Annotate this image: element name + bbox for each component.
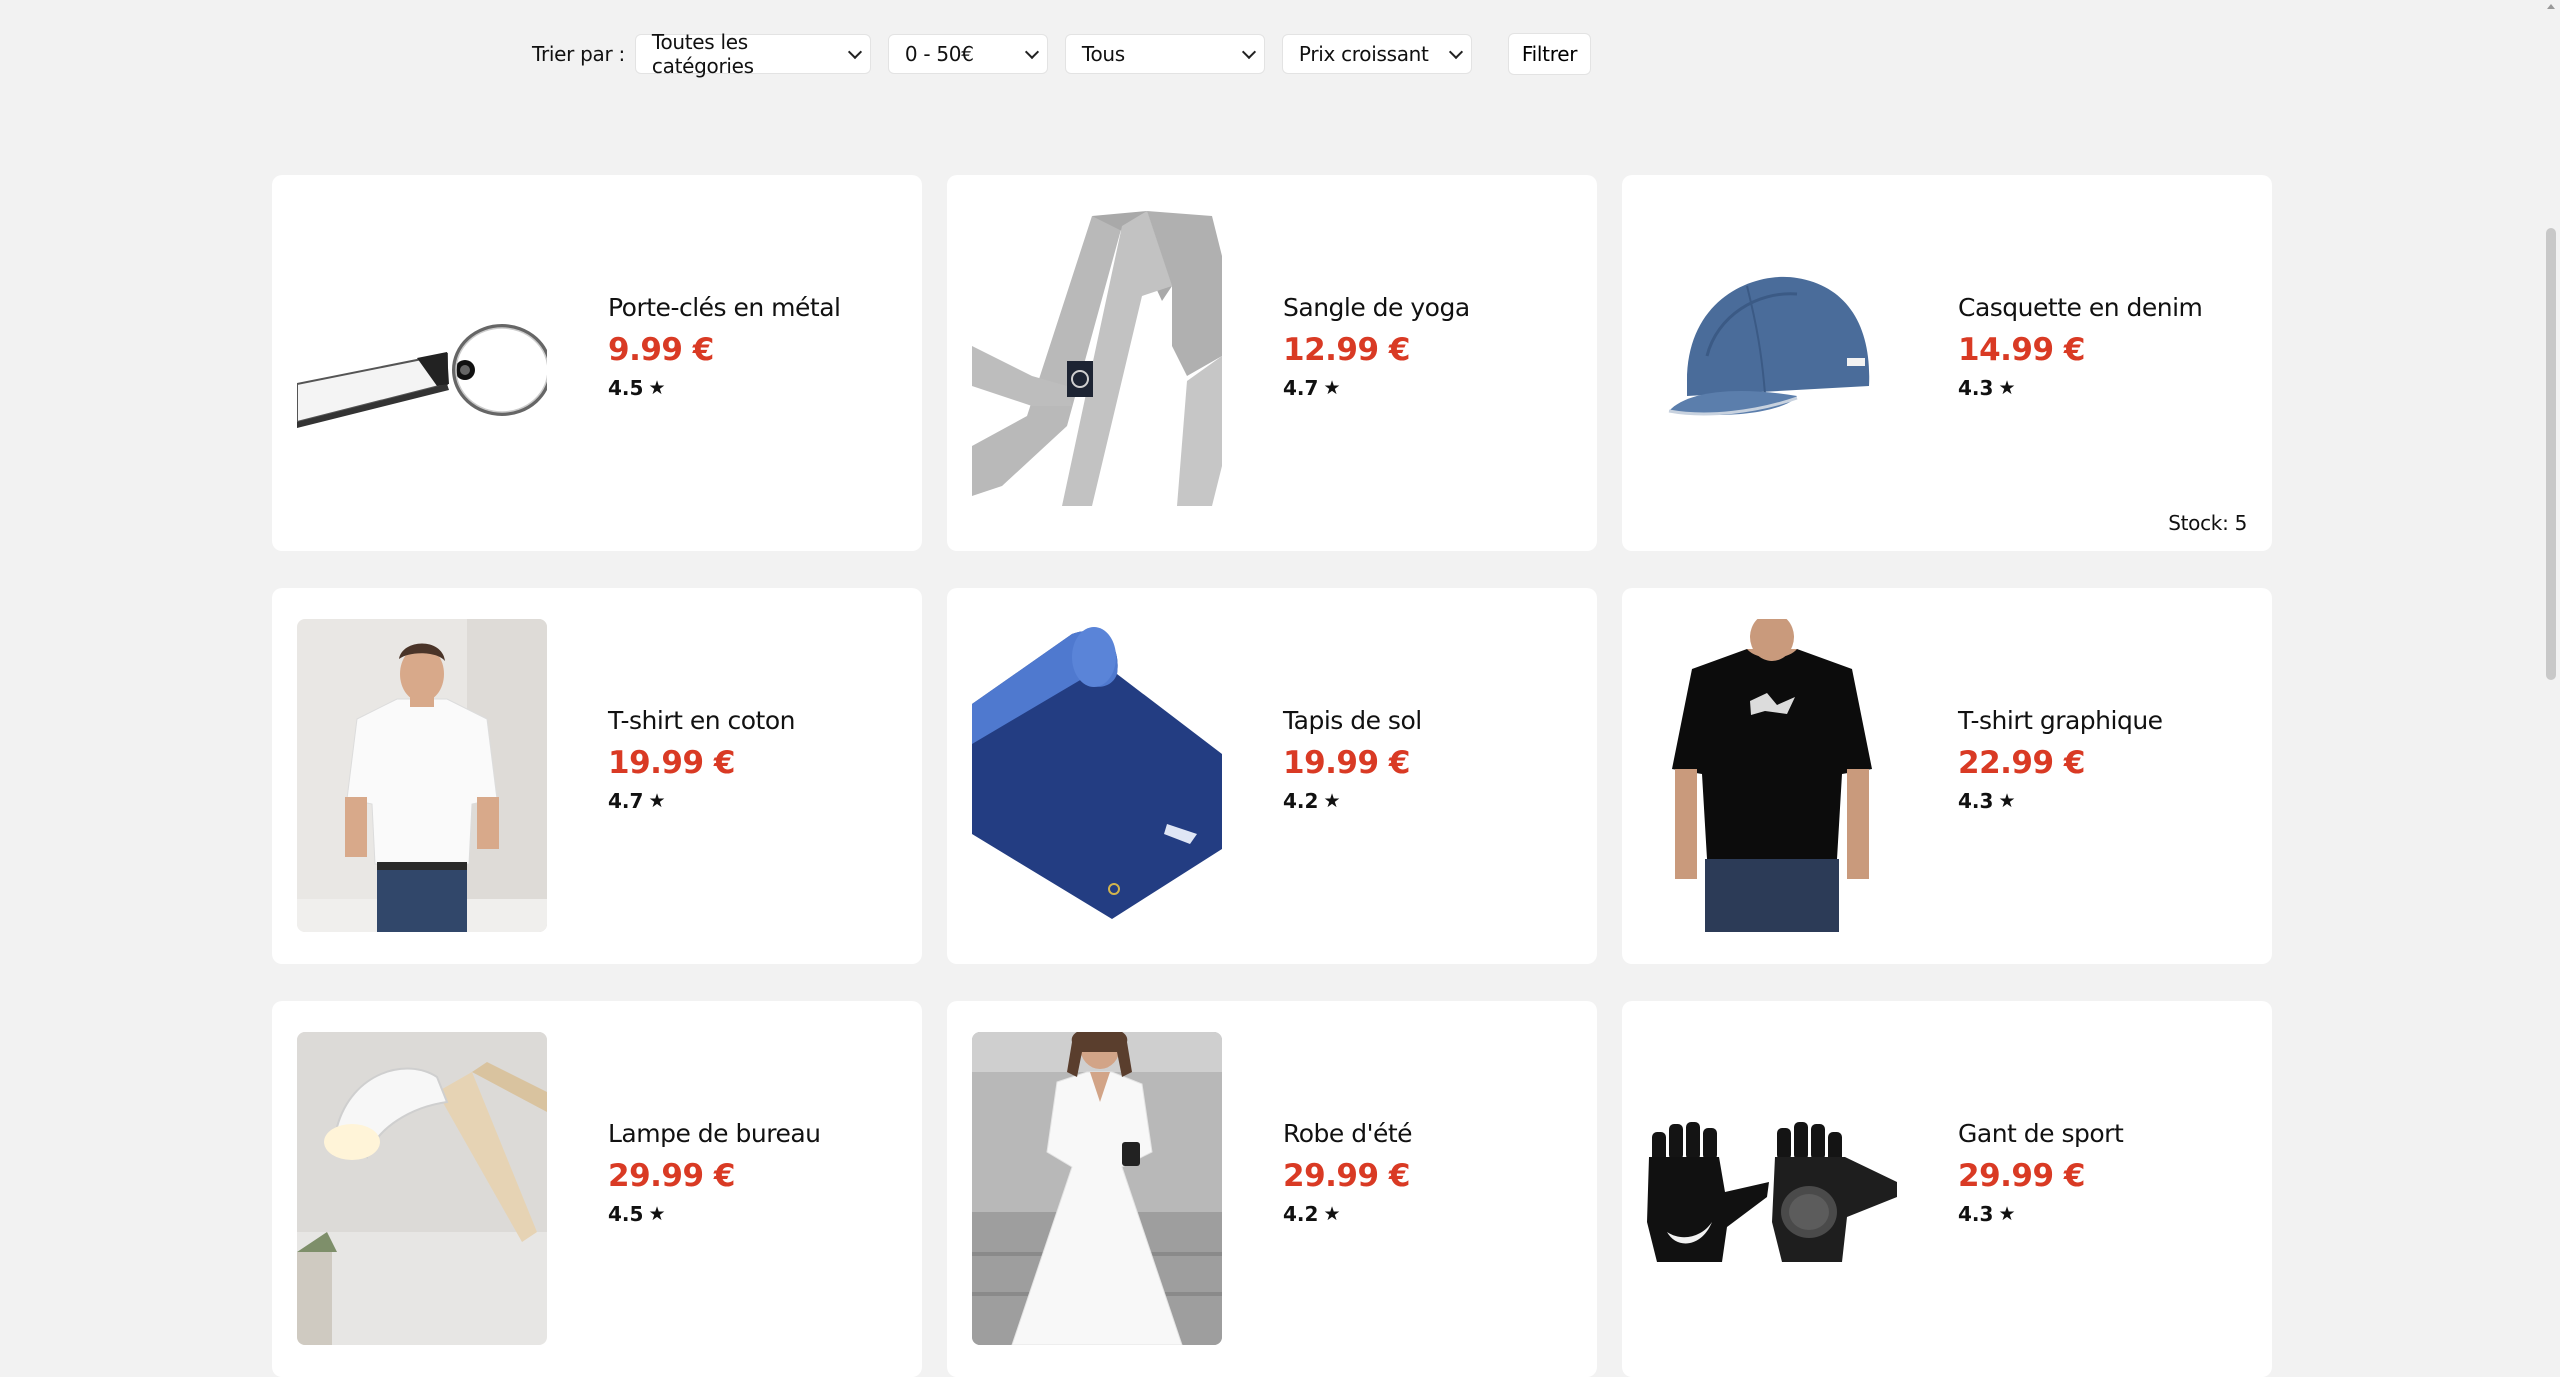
product-name[interactable]: Robe d'été	[1283, 1119, 1413, 1148]
product-rating: 4.7 ★	[608, 789, 795, 813]
floor-mat-image[interactable]	[972, 619, 1222, 932]
product-name[interactable]: T-shirt en coton	[608, 706, 796, 735]
product-rating: 4.7 ★	[1283, 376, 1470, 400]
product-price: 22.99 €	[1958, 745, 2085, 781]
sort-order-select[interactable]: Prix croissant	[1281, 34, 1472, 74]
star-icon: ★	[1998, 790, 2016, 812]
product-info: Porte-clés en métal 9.99 € 4.5 ★	[608, 293, 841, 400]
product-card[interactable]: Porte-clés en métal 9.99 € 4.5 ★	[272, 175, 922, 551]
vertical-scrollbar[interactable]	[2542, 0, 2560, 1271]
product-card[interactable]: Gant de sport 29.99 € 4.3 ★	[1622, 1001, 2272, 1377]
star-icon: ★	[1998, 1203, 2016, 1225]
price-range-select[interactable]: 0 - 50€	[887, 34, 1048, 74]
type-select[interactable]: Tous	[1064, 34, 1265, 74]
product-price: 9.99 €	[608, 332, 714, 368]
product-info: T-shirt en coton 19.99 € 4.7 ★	[608, 706, 796, 813]
filter-bar: Trier par : Toutes les catégories 0 - 50…	[532, 30, 1592, 78]
star-icon: ★	[648, 1203, 666, 1225]
product-card[interactable]: Casquette en denim 14.99 € 4.3 ★ Stock: …	[1622, 175, 2272, 551]
yoga-strap-image[interactable]	[972, 206, 1222, 519]
product-grid: Porte-clés en métal 9.99 € 4.5 ★ Sangle …	[272, 175, 2272, 1377]
price-range-select-value: 0 - 50€	[904, 42, 974, 66]
summer-dress-image[interactable]	[972, 1032, 1222, 1345]
product-price: 29.99 €	[1283, 1158, 1410, 1194]
product-name[interactable]: Casquette en denim	[1958, 293, 2203, 322]
product-card[interactable]: T-shirt graphique 22.99 € 4.3 ★	[1622, 588, 2272, 964]
star-icon: ★	[1323, 377, 1341, 399]
star-icon: ★	[1998, 377, 2016, 399]
rating-value: 4.3	[1958, 789, 1994, 813]
scrollbar-thumb[interactable]	[2546, 228, 2556, 680]
chevron-down-icon	[847, 44, 862, 60]
chevron-down-icon	[1448, 44, 1463, 60]
star-icon: ★	[648, 377, 666, 399]
rating-value: 4.2	[1283, 1202, 1319, 1226]
product-rating: 4.3 ★	[1958, 1202, 2123, 1226]
star-icon: ★	[648, 790, 666, 812]
sort-order-select-value: Prix croissant	[1298, 42, 1429, 66]
product-info: Tapis de sol 19.99 € 4.2 ★	[1283, 706, 1422, 813]
product-card[interactable]: T-shirt en coton 19.99 € 4.7 ★	[272, 588, 922, 964]
product-card[interactable]: Lampe de bureau 29.99 € 4.5 ★	[272, 1001, 922, 1377]
product-card[interactable]: Robe d'été 29.99 € 4.2 ★	[947, 1001, 1597, 1377]
rating-value: 4.7	[608, 789, 644, 813]
category-select-value: Toutes les catégories	[651, 30, 754, 78]
rating-value: 4.3	[1958, 376, 1994, 400]
product-name[interactable]: T-shirt graphique	[1958, 706, 2163, 735]
product-price: 12.99 €	[1283, 332, 1410, 368]
product-name[interactable]: Gant de sport	[1958, 1119, 2124, 1148]
product-price: 29.99 €	[1958, 1158, 2085, 1194]
product-name[interactable]: Lampe de bureau	[608, 1119, 821, 1148]
product-info: Robe d'été 29.99 € 4.2 ★	[1283, 1119, 1413, 1226]
scroll-up-arrow-icon[interactable]	[2547, 4, 2555, 9]
product-rating: 4.3 ★	[1958, 789, 2163, 813]
product-rating: 4.2 ★	[1283, 1202, 1412, 1226]
product-info: T-shirt graphique 22.99 € 4.3 ★	[1958, 706, 2163, 813]
product-card[interactable]: Sangle de yoga 12.99 € 4.7 ★	[947, 175, 1597, 551]
product-info: Lampe de bureau 29.99 € 4.5 ★	[608, 1119, 821, 1226]
product-info: Casquette en denim 14.99 € 4.3 ★	[1958, 293, 2203, 400]
product-name[interactable]: Tapis de sol	[1283, 706, 1422, 735]
rating-value: 4.2	[1283, 789, 1319, 813]
product-name[interactable]: Sangle de yoga	[1283, 293, 1470, 322]
denim-cap-image[interactable]	[1647, 206, 1897, 519]
rating-value: 4.5	[608, 1202, 644, 1226]
product-price: 19.99 €	[608, 745, 735, 781]
rating-value: 4.3	[1958, 1202, 1994, 1226]
product-name[interactable]: Porte-clés en métal	[608, 293, 841, 322]
rating-value: 4.7	[1283, 376, 1319, 400]
product-rating: 4.2 ★	[1283, 789, 1422, 813]
cotton-tshirt-image[interactable]	[297, 619, 547, 932]
filter-button[interactable]: Filtrer	[1507, 33, 1592, 75]
chevron-down-icon	[1024, 44, 1039, 60]
chevron-down-icon	[1241, 44, 1256, 60]
star-icon: ★	[1323, 790, 1341, 812]
product-rating: 4.5 ★	[608, 1202, 820, 1226]
product-rating: 4.5 ★	[608, 376, 840, 400]
desk-lamp-image[interactable]	[297, 1032, 547, 1345]
category-select[interactable]: Toutes les catégories	[634, 30, 871, 78]
product-rating: 4.3 ★	[1958, 376, 2202, 400]
stock-indicator: Stock: 5	[2168, 511, 2247, 535]
product-info: Sangle de yoga 12.99 € 4.7 ★	[1283, 293, 1470, 400]
product-price: 19.99 €	[1283, 745, 1410, 781]
product-price: 29.99 €	[608, 1158, 735, 1194]
product-price: 14.99 €	[1958, 332, 2085, 368]
product-card[interactable]: Tapis de sol 19.99 € 4.2 ★	[947, 588, 1597, 964]
keychain-image[interactable]	[297, 206, 547, 519]
type-select-value: Tous	[1081, 42, 1125, 66]
product-info: Gant de sport 29.99 € 4.3 ★	[1958, 1119, 2124, 1226]
star-icon: ★	[1323, 1203, 1341, 1225]
graphic-tshirt-image[interactable]	[1647, 619, 1897, 932]
sport-gloves-image[interactable]	[1647, 1032, 1897, 1345]
rating-value: 4.5	[608, 376, 644, 400]
sort-label: Trier par :	[532, 42, 625, 66]
